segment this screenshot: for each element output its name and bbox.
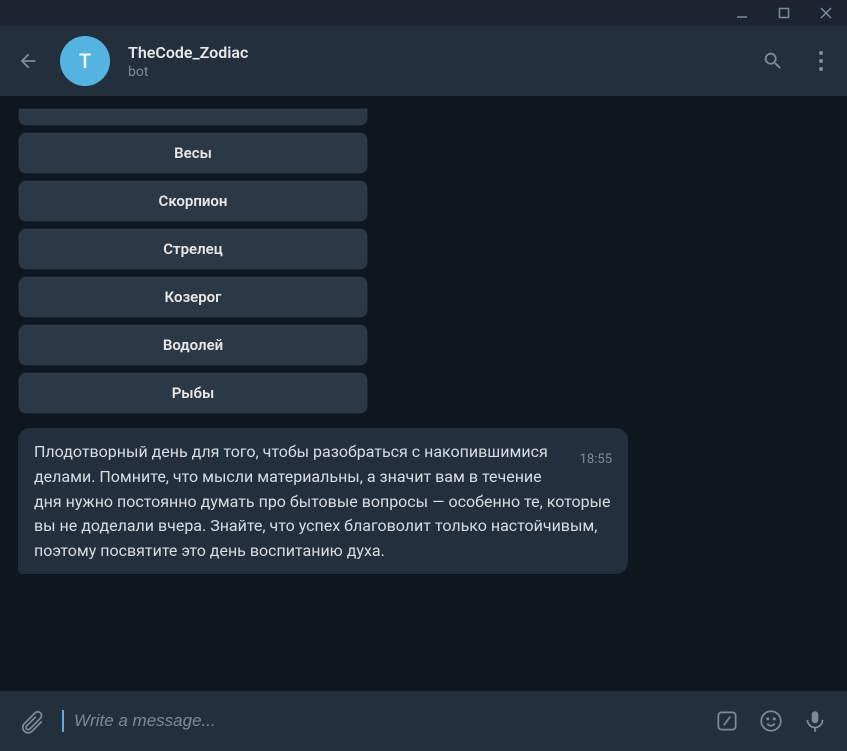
button-label: Скорпион	[159, 192, 228, 210]
inline-keyboard-button[interactable]: Козерог	[18, 276, 368, 318]
composer	[0, 691, 847, 751]
emoji-button[interactable]	[757, 707, 785, 735]
voice-button[interactable]	[801, 707, 829, 735]
header-actions	[761, 49, 833, 73]
window-minimize-button[interactable]	[729, 3, 755, 23]
inline-keyboard-button[interactable]: Стрелец	[18, 228, 368, 270]
menu-button[interactable]	[809, 49, 833, 73]
message-input[interactable]	[74, 706, 697, 736]
text-caret	[62, 710, 64, 732]
message-bubble: 18:55 Плодотворный день для того, чтобы …	[18, 428, 628, 574]
back-button[interactable]	[14, 47, 42, 75]
button-label: Стрелец	[163, 240, 223, 258]
chat-title-block[interactable]: TheCode_Zodiac bot	[128, 43, 743, 80]
inline-keyboard-button[interactable]: Рыбы	[18, 372, 368, 414]
app-window: T TheCode_Zodiac bot Весы Скорпион Стрел…	[0, 0, 847, 751]
window-maximize-button[interactable]	[771, 3, 797, 23]
button-label: Рыбы	[172, 384, 215, 402]
inline-keyboard-button[interactable]: Водолей	[18, 324, 368, 366]
attach-button[interactable]	[18, 707, 46, 735]
message-text: Плодотворный день для того, чтобы разобр…	[34, 442, 611, 560]
chat-area: Весы Скорпион Стрелец Козерог Водолей Ры…	[0, 96, 847, 691]
message-time: 18:55	[580, 450, 612, 470]
search-button[interactable]	[761, 49, 785, 73]
bot-commands-button[interactable]	[713, 707, 741, 735]
inline-keyboard-button[interactable]: Скорпион	[18, 180, 368, 222]
button-label: Водолей	[163, 336, 223, 354]
window-close-button[interactable]	[813, 3, 839, 23]
chat-title: TheCode_Zodiac	[128, 43, 743, 62]
button-label: Козерог	[165, 288, 222, 306]
avatar-initial: T	[79, 49, 91, 73]
button-label: Весы	[174, 144, 212, 162]
inline-keyboard-button[interactable]: Весы	[18, 132, 368, 174]
inline-keyboard: Весы Скорпион Стрелец Козерог Водолей Ры…	[18, 108, 368, 414]
inline-keyboard-button-cut[interactable]	[18, 108, 368, 126]
chat-header: T TheCode_Zodiac bot	[0, 26, 847, 96]
window-titlebar	[0, 0, 847, 26]
chat-avatar[interactable]: T	[60, 36, 110, 86]
chat-subtitle: bot	[128, 64, 743, 80]
